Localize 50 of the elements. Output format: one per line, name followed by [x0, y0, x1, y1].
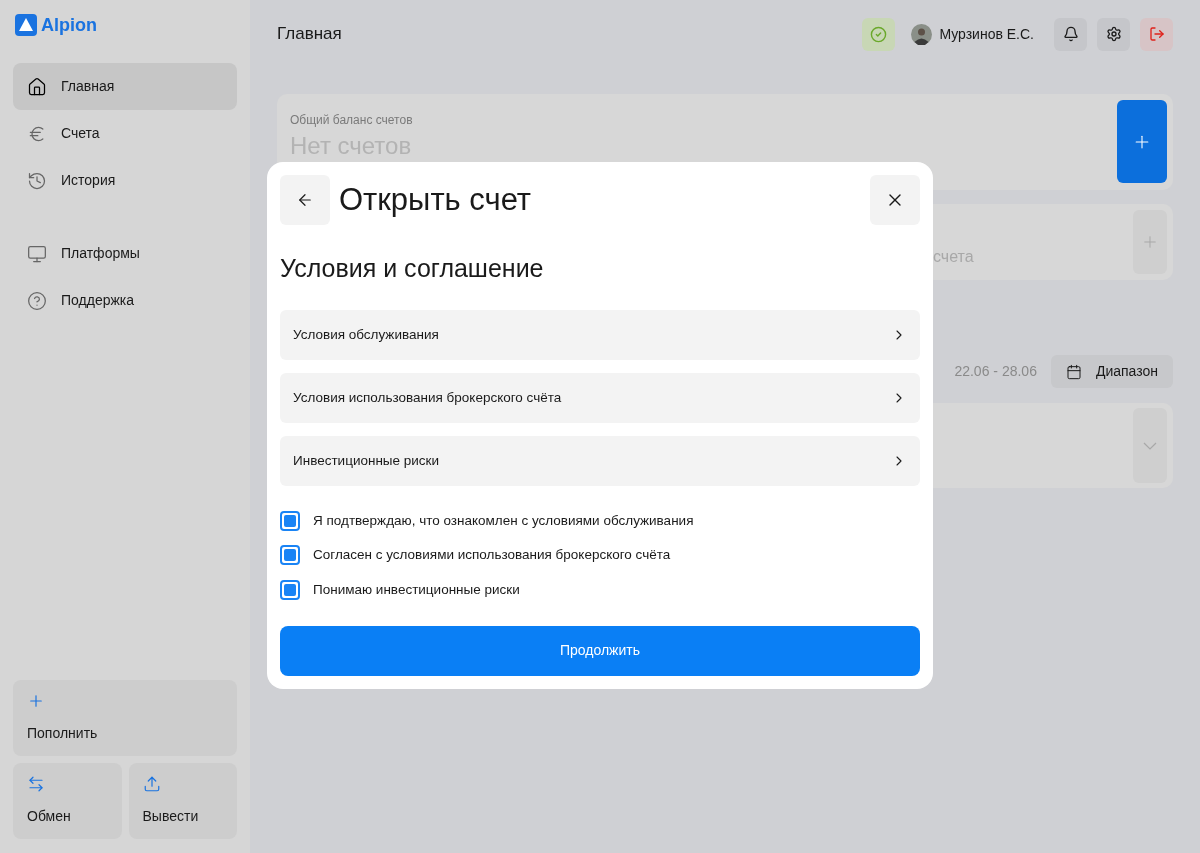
action-button[interactable]: Вывести	[128, 763, 237, 839]
terms-link-row[interactable]: Инвестиционные риски	[280, 436, 920, 486]
avatar	[911, 23, 933, 45]
monitor-icon	[27, 243, 47, 264]
action-button[interactable]: Пополнить	[13, 680, 237, 756]
range-button[interactable]: Диапазон	[1050, 355, 1173, 388]
add-account-button[interactable]	[1117, 100, 1167, 183]
bell-icon	[1062, 26, 1079, 42]
sidebar-item[interactable]: История	[13, 157, 237, 204]
user-name: Мурзинов Е.С.	[939, 24, 1034, 44]
history-icon	[27, 170, 47, 191]
page-title: Главная	[277, 23, 342, 46]
back-button[interactable]	[280, 175, 330, 225]
logout-icon	[1148, 26, 1165, 42]
chevron-down-icon	[1143, 441, 1157, 450]
sidebar-item[interactable]: Поддержка	[13, 277, 237, 324]
date-range: 22.06 - 28.06	[954, 362, 1037, 381]
notifications-button[interactable]	[1054, 17, 1087, 51]
checkbox[interactable]	[280, 545, 300, 566]
check-icon	[870, 25, 888, 43]
checkbox-label: Согласен с условиями использования брокерского счёта	[313, 546, 671, 565]
checkbox[interactable]	[280, 511, 300, 532]
checkbox[interactable]	[280, 579, 300, 600]
logo-icon	[15, 14, 37, 36]
continue-button[interactable]: Продолжить	[280, 625, 920, 676]
sidebar-item[interactable]: Главная	[13, 63, 237, 110]
close-button[interactable]	[870, 175, 920, 225]
checkbox-label: Понимаю инвестиционные риски	[313, 580, 520, 599]
terms-link-row[interactable]: Условия обслуживания	[280, 310, 920, 360]
sidebar-item[interactable]: Счета	[13, 110, 237, 157]
back-icon	[296, 191, 314, 209]
terms-link-row[interactable]: Условия использования брокерского счёта	[280, 373, 920, 423]
checkbox-label: Я подтверждаю, что ознакомлен с условиями обслуживания	[313, 512, 694, 530]
sidebar-item[interactable]: Платформы	[13, 230, 237, 277]
balance-label: Общий баланс счетов	[290, 112, 413, 129]
home-icon	[27, 76, 47, 97]
section-title: Условия и соглашение	[280, 253, 545, 283]
swap-icon	[27, 775, 45, 793]
logo-text: Alpion	[41, 13, 97, 37]
logout-button[interactable]	[1140, 17, 1173, 51]
help-icon	[27, 290, 47, 311]
settings-button[interactable]	[1097, 17, 1130, 51]
action-button[interactable]: Обмен	[13, 763, 122, 839]
settings-icon	[1105, 26, 1122, 42]
verified-button[interactable]	[862, 17, 896, 51]
modal-title: Открыть счет	[339, 180, 532, 219]
calendar-icon	[1065, 363, 1082, 380]
plus-icon	[27, 692, 45, 710]
upload-icon	[142, 775, 161, 793]
plus-icon	[1141, 233, 1159, 251]
